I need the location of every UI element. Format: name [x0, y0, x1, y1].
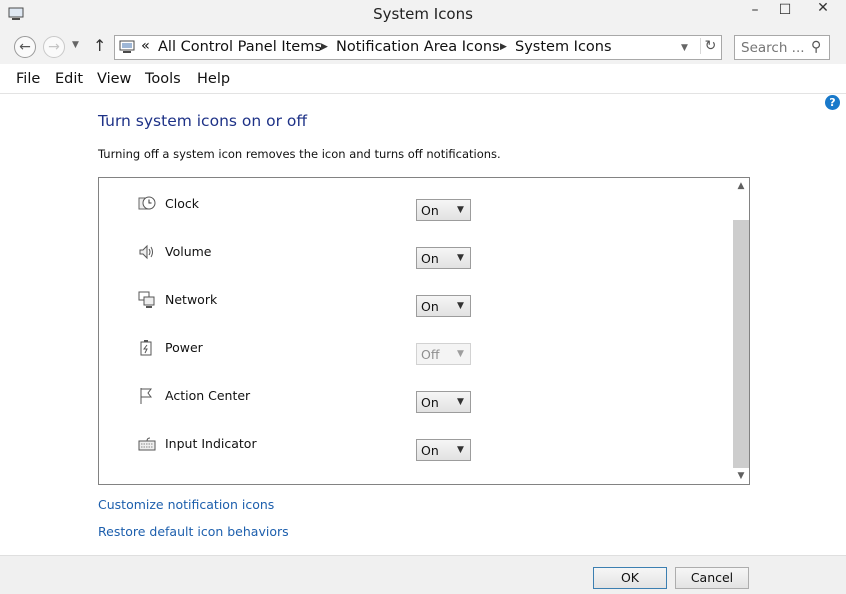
arrow-left-icon: ←: [19, 39, 31, 55]
select-value: On: [421, 443, 439, 458]
page-title: Turn system icons on or off: [98, 112, 308, 130]
select-value: Off: [421, 347, 440, 362]
select-value: On: [421, 251, 439, 266]
up-button[interactable]: ↑: [93, 36, 106, 55]
list-item-label: Volume: [165, 244, 212, 259]
cancel-button[interactable]: Cancel: [675, 567, 749, 589]
breadcrumb-separator[interactable]: ▶: [321, 42, 328, 52]
address-bar[interactable]: « All Control Panel Items ▶ Notification…: [114, 35, 722, 60]
control-panel-icon: [119, 40, 135, 53]
forward-button[interactable]: →: [43, 36, 65, 58]
arrow-right-icon: →: [48, 39, 60, 55]
breadcrumb-overflow[interactable]: «: [141, 38, 150, 54]
chevron-down-icon: ▼: [457, 349, 464, 359]
scroll-down-button[interactable]: ▼: [733, 468, 749, 484]
menu-tools[interactable]: Tools: [145, 71, 181, 87]
arrow-up-icon: ↑: [93, 36, 107, 55]
breadcrumb-system-icons[interactable]: System Icons: [515, 39, 612, 55]
list-scrollbar[interactable]: ▲ ▼: [733, 178, 749, 484]
scroll-thumb[interactable]: [733, 220, 749, 468]
chevron-down-icon: ▼: [457, 445, 464, 455]
menu-view[interactable]: View: [97, 71, 131, 87]
menu-file[interactable]: File: [16, 71, 40, 87]
menu-help[interactable]: Help: [197, 71, 230, 87]
network-behavior-select[interactable]: On ▼: [416, 295, 471, 317]
list-item-label: Network: [165, 292, 218, 307]
menu-edit[interactable]: Edit: [55, 71, 83, 87]
title-bar: System Icons – ☐ ✕: [0, 0, 846, 30]
list-item-label: Power: [165, 340, 203, 355]
window-title: System Icons: [373, 5, 473, 23]
address-history-dropdown[interactable]: ▼: [681, 43, 688, 53]
breadcrumb-notification-area-icons[interactable]: Notification Area Icons: [336, 39, 500, 55]
volume-icon: [139, 244, 153, 260]
clock-icon: [138, 196, 156, 210]
chevron-down-icon: ▼: [457, 397, 464, 407]
restore-default-behaviors-link[interactable]: Restore default icon behaviors: [98, 524, 289, 539]
help-icon[interactable]: ?: [825, 95, 840, 110]
select-value: On: [421, 395, 439, 410]
back-button[interactable]: ←: [14, 36, 36, 58]
minimize-button[interactable]: –: [740, 2, 770, 24]
maximize-button[interactable]: ☐: [770, 2, 800, 24]
address-row: ← → ▼ ↑ « All Control Panel Items ▶ Noti…: [0, 30, 846, 64]
customize-notification-icons-link[interactable]: Customize notification icons: [98, 497, 274, 512]
list-item-label: Input Indicator: [165, 436, 257, 451]
search-icon[interactable]: ⚲: [811, 39, 821, 55]
list-item-label: Action Center: [165, 388, 251, 403]
select-value: On: [421, 299, 439, 314]
ok-button[interactable]: OK: [593, 567, 667, 589]
chevron-down-icon: ▼: [457, 301, 464, 311]
breadcrumb-all-control-panel-items[interactable]: All Control Panel Items: [158, 39, 322, 55]
recent-locations-dropdown[interactable]: ▼: [72, 40, 79, 50]
clock-behavior-select[interactable]: On ▼: [416, 199, 471, 221]
menu-bar: File Edit View Tools Help: [0, 64, 846, 94]
breadcrumb-separator[interactable]: ▶: [500, 42, 507, 52]
keyboard-icon: [138, 437, 156, 451]
refresh-icon[interactable]: ↻: [700, 38, 720, 54]
dialog-footer: OK Cancel: [0, 555, 846, 594]
action-center-behavior-select[interactable]: On ▼: [416, 391, 471, 413]
volume-behavior-select[interactable]: On ▼: [416, 247, 471, 269]
select-value: On: [421, 203, 439, 218]
chevron-down-icon: ▼: [457, 253, 464, 263]
close-button[interactable]: ✕: [800, 0, 846, 22]
chevron-down-icon: ▼: [457, 205, 464, 215]
power-behavior-select: Off ▼: [416, 343, 471, 365]
search-box[interactable]: ⚲: [734, 35, 830, 60]
list-item-label: Clock: [165, 196, 199, 211]
input-indicator-behavior-select[interactable]: On ▼: [416, 439, 471, 461]
scroll-up-button[interactable]: ▲: [733, 178, 749, 194]
page-description: Turning off a system icon removes the ic…: [98, 147, 501, 161]
power-icon: [140, 340, 152, 356]
search-input[interactable]: [741, 38, 811, 57]
flag-icon: [140, 388, 152, 404]
network-icon: [138, 291, 155, 308]
